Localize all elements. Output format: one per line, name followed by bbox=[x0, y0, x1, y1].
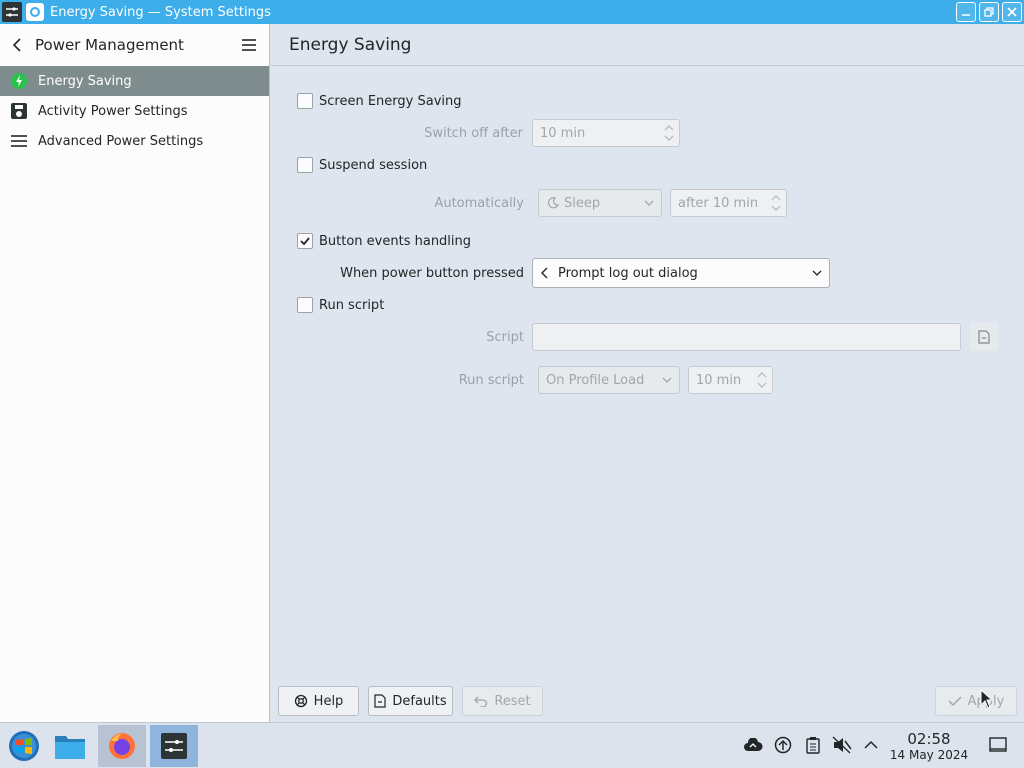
switch-off-after-label: Switch off after bbox=[424, 126, 523, 141]
help-button[interactable]: Help bbox=[278, 686, 359, 716]
clock[interactable]: 02:58 14 May 2024 bbox=[884, 731, 974, 763]
minimize-button[interactable] bbox=[956, 2, 976, 22]
sidebar: Power Management Energy Saving Activity … bbox=[0, 24, 270, 722]
system-settings-icon bbox=[161, 733, 187, 759]
power-button-value: Prompt log out dialog bbox=[558, 265, 698, 281]
suspend-session-row: Suspend session bbox=[297, 157, 427, 173]
chevron-down-icon bbox=[812, 270, 822, 276]
switch-off-after-value: 10 min bbox=[540, 125, 586, 141]
chevron-down-icon bbox=[644, 200, 654, 206]
suspend-action-combobox[interactable]: Sleep bbox=[538, 189, 662, 217]
button-events-label: Button events handling bbox=[319, 233, 472, 249]
screen-energy-saving-label: Screen Energy Saving bbox=[319, 93, 462, 109]
battery-bolt-icon bbox=[9, 71, 29, 91]
undo-icon bbox=[474, 696, 488, 707]
page-title: Energy Saving bbox=[271, 24, 1024, 66]
taskbar-firefox[interactable] bbox=[98, 725, 146, 767]
mouse-cursor-icon bbox=[980, 689, 993, 709]
desktop-icon bbox=[989, 737, 1007, 752]
window-title: Energy Saving — System Settings bbox=[50, 4, 271, 20]
spin-arrows-icon bbox=[664, 125, 674, 141]
sidebar-item-label: Energy Saving bbox=[38, 73, 132, 89]
run-script-row: Run script bbox=[297, 297, 384, 313]
taskbar-file-manager[interactable] bbox=[46, 725, 94, 767]
apply-button[interactable]: Apply bbox=[935, 686, 1017, 716]
help-lifebuoy-icon bbox=[294, 694, 307, 708]
clock-date: 14 May 2024 bbox=[889, 748, 969, 762]
suspend-time-spinbox[interactable]: after 10 min bbox=[670, 189, 787, 217]
chevron-up-icon[interactable] bbox=[861, 735, 881, 755]
checkmark-icon bbox=[300, 237, 310, 246]
main-panel: Energy Saving Screen Energy Saving Switc… bbox=[271, 24, 1024, 722]
automatically-label: Automatically bbox=[434, 196, 524, 211]
sidebar-item-label: Activity Power Settings bbox=[38, 103, 188, 119]
script-label: Script bbox=[486, 330, 524, 345]
button-events-checkbox[interactable] bbox=[297, 233, 313, 249]
spin-arrows-icon bbox=[771, 195, 781, 211]
reset-label: Reset bbox=[494, 693, 531, 709]
minimize-icon bbox=[962, 14, 970, 16]
clipboard-icon[interactable] bbox=[803, 735, 823, 755]
checkmark-icon bbox=[948, 696, 962, 707]
sidebar-item-advanced-power-settings[interactable]: Advanced Power Settings bbox=[0, 126, 269, 156]
sidebar-item-activity-power-settings[interactable]: Activity Power Settings bbox=[0, 96, 269, 126]
run-script-when-label: Run script bbox=[458, 373, 524, 388]
back-arrow-icon[interactable] bbox=[10, 37, 26, 53]
defaults-button[interactable]: Defaults bbox=[368, 686, 453, 716]
run-script-when-combobox[interactable]: On Profile Load bbox=[538, 366, 680, 394]
help-label: Help bbox=[313, 693, 344, 709]
power-button-combobox[interactable]: Prompt log out dialog bbox=[532, 258, 830, 288]
power-button-label: When power button pressed bbox=[340, 266, 524, 281]
maximize-button[interactable] bbox=[979, 2, 999, 22]
run-script-label: Run script bbox=[319, 297, 385, 313]
reset-button[interactable]: Reset bbox=[462, 686, 543, 716]
document-revert-icon bbox=[374, 694, 386, 708]
taskbar-system-settings[interactable] bbox=[150, 725, 198, 767]
run-script-checkbox[interactable] bbox=[297, 297, 313, 313]
close-icon bbox=[1007, 7, 1017, 17]
spin-arrows-icon bbox=[757, 372, 767, 388]
suspend-session-checkbox[interactable] bbox=[297, 157, 313, 173]
cloud-upload-icon[interactable] bbox=[743, 735, 763, 755]
switch-off-after-spinbox[interactable]: 10 min bbox=[532, 119, 680, 147]
hamburger-menu-icon[interactable] bbox=[241, 37, 257, 53]
sidebar-header: Power Management bbox=[0, 24, 269, 66]
chevron-left-icon bbox=[541, 267, 548, 279]
title-bar[interactable]: Energy Saving — System Settings bbox=[0, 0, 1024, 24]
screen-energy-saving-checkbox[interactable] bbox=[297, 93, 313, 109]
sidebar-title: Power Management bbox=[35, 36, 184, 54]
sidebar-item-energy-saving[interactable]: Energy Saving bbox=[0, 66, 269, 96]
chevron-down-icon bbox=[662, 377, 672, 383]
suspend-time-value: after 10 min bbox=[678, 195, 759, 211]
document-open-icon bbox=[978, 330, 990, 344]
suspend-session-label: Suspend session bbox=[319, 157, 428, 173]
list-icon bbox=[9, 131, 29, 151]
update-icon[interactable] bbox=[773, 735, 793, 755]
show-desktop-button[interactable] bbox=[988, 735, 1008, 755]
suspend-action-value: Sleep bbox=[564, 195, 601, 211]
run-script-time-value: 10 min bbox=[696, 372, 742, 388]
restore-icon bbox=[984, 7, 994, 17]
start-orb-icon bbox=[9, 731, 39, 761]
run-script-when-value: On Profile Load bbox=[546, 372, 645, 388]
script-path-field[interactable] bbox=[532, 323, 961, 351]
volume-muted-icon[interactable] bbox=[832, 735, 852, 755]
taskbar: 02:58 14 May 2024 bbox=[0, 722, 1024, 768]
sleep-icon bbox=[547, 197, 560, 209]
browse-script-button[interactable] bbox=[970, 323, 998, 351]
run-script-time-spinbox[interactable]: 10 min bbox=[688, 366, 773, 394]
start-menu-button[interactable] bbox=[0, 725, 48, 767]
button-events-row: Button events handling bbox=[297, 233, 471, 249]
defaults-label: Defaults bbox=[392, 693, 447, 709]
screen-energy-saving-row: Screen Energy Saving bbox=[297, 93, 462, 109]
firefox-icon bbox=[109, 733, 135, 759]
close-button[interactable] bbox=[1002, 2, 1022, 22]
folder-icon bbox=[55, 736, 85, 759]
activity-icon bbox=[9, 101, 29, 121]
system-settings-app-icon[interactable] bbox=[2, 2, 22, 22]
gear-icon bbox=[26, 3, 44, 21]
clock-time: 02:58 bbox=[907, 730, 951, 748]
sidebar-item-label: Advanced Power Settings bbox=[38, 133, 204, 149]
